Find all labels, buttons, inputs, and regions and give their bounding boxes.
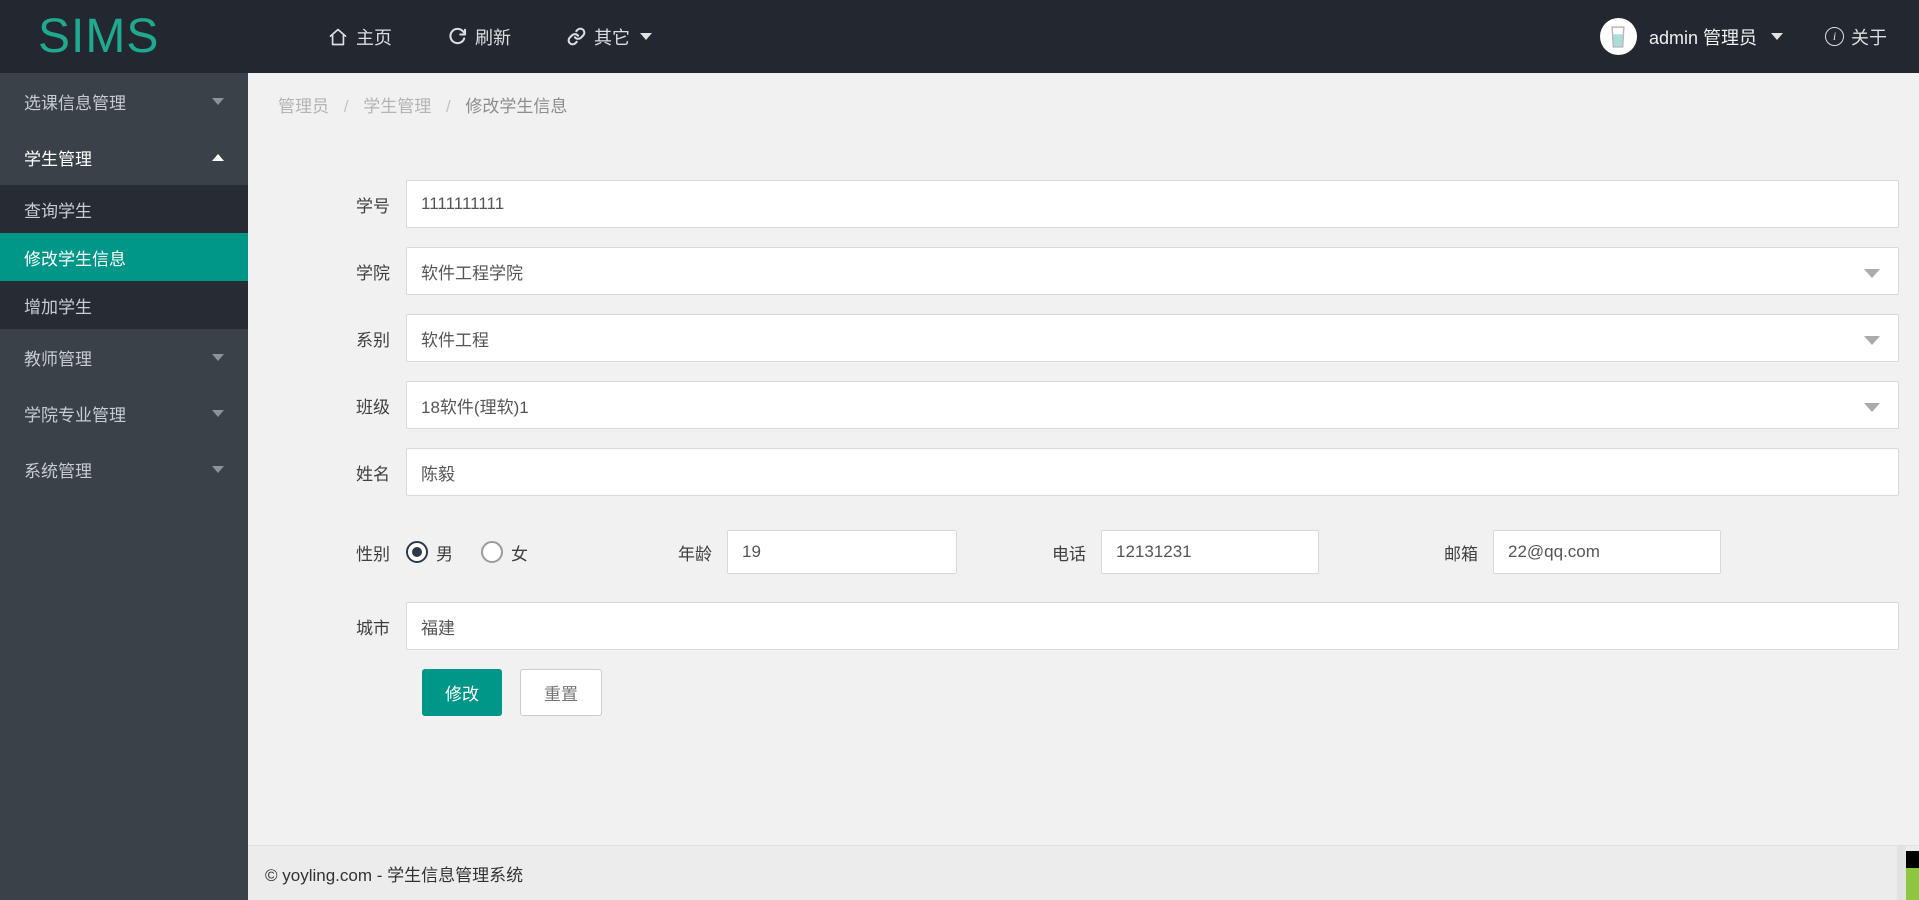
phone-label: 电话 [1052,544,1086,564]
user-menu[interactable]: admin 管理员 [1599,18,1783,55]
sidebar-item-edit-student[interactable]: 修改学生信息 [0,233,248,281]
scrollbar-artifact-green [1906,868,1919,900]
nav-other-label: 其它 [594,27,630,48]
sidebar-item-add-student[interactable]: 增加学生 [0,281,248,329]
nav-other[interactable]: 其它 [567,24,652,50]
city-input[interactable] [406,602,1899,650]
scrollbar-artifact-black [1906,851,1919,868]
chevron-up-icon [212,153,224,161]
top-navbar: SIMS 主页 刷新 其它 admin 管理员 i 关于 [0,0,1919,73]
nav-about-label: 关于 [1851,27,1887,48]
email-input[interactable] [1493,530,1721,574]
form-row-college: 学院 软件工程学院 [248,247,1919,295]
chevron-down-icon [640,33,652,40]
form-row-department: 系别 软件工程 [248,314,1919,362]
age-label: 年龄 [678,544,712,564]
chevron-down-icon [1864,403,1880,412]
chevron-down-icon [212,353,224,361]
sidebar-item-teacher-management[interactable]: 教师管理 [0,329,248,385]
sidebar-item-student-management[interactable]: 学生管理 [0,129,248,185]
class-select-value: 18软件(理软)1 [421,397,529,417]
link-icon [567,27,586,46]
user-name: admin 管理员 [1648,27,1757,48]
sidebar-item-label: 教师管理 [24,349,92,369]
sidebar-item-query-student[interactable]: 查询学生 [0,185,248,233]
chevron-down-icon [212,465,224,473]
class-select[interactable]: 18软件(理软)1 [406,381,1899,429]
class-label: 班级 [356,397,390,417]
age-input[interactable] [727,530,957,574]
sidebar-item-label: 选课信息管理 [24,93,126,113]
sidebar-item-label: 修改学生信息 [24,249,126,269]
gender-label: 性别 [356,544,390,564]
breadcrumb: 管理员 / 学生管理 / 修改学生信息 [248,73,1919,119]
breadcrumb-admin[interactable]: 管理员 [278,97,329,116]
breadcrumb-separator: / [445,97,451,116]
breadcrumb-student-management[interactable]: 学生管理 [363,97,431,116]
reset-button[interactable]: 重置 [520,669,602,716]
nav-refresh-label: 刷新 [475,27,511,48]
nav-about[interactable]: i 关于 [1825,24,1887,50]
nav-refresh[interactable]: 刷新 [448,24,511,50]
department-select[interactable]: 软件工程 [406,314,1899,362]
brand-logo[interactable]: SIMS [0,0,248,73]
sidebar-item-label: 系统管理 [24,461,92,481]
gender-radio-female[interactable] [481,541,503,563]
gender-male-label: 男 [436,544,453,564]
sidebar-item-label: 学生管理 [24,149,92,169]
home-icon [328,27,348,47]
sidebar-item-course-selection[interactable]: 选课信息管理 [0,73,248,129]
chevron-down-icon [212,409,224,417]
chevron-down-icon [1864,336,1880,345]
student-id-label: 学号 [356,196,390,216]
form-row-student-id: 学号 [248,180,1919,228]
form-row-inline: 性别 男 女 年龄 电话 邮箱 [248,530,1919,574]
navbar-right: admin 管理员 i 关于 [1599,18,1919,55]
form-row-name: 姓名 [248,448,1919,496]
main-content: 管理员 / 学生管理 / 修改学生信息 学号 学院 软件工程学院 系别 软件工 [248,73,1919,900]
sidebar-item-college-major-management[interactable]: 学院专业管理 [0,385,248,441]
name-label: 姓名 [356,464,390,484]
avatar [1599,18,1637,55]
navbar-menu: 主页 刷新 其它 [328,24,652,50]
college-select-value: 软件工程学院 [421,263,523,283]
nav-home[interactable]: 主页 [328,24,392,50]
student-id-input[interactable] [406,180,1899,228]
footer-copyright: © yoyling.com - 学生信息管理系统 [265,865,524,885]
edit-student-form: 学号 学院 软件工程学院 系别 软件工程 班级 18软件 [248,180,1919,716]
sidebar-item-label: 增加学生 [24,297,92,317]
sidebar-item-label: 查询学生 [24,201,92,221]
sidebar: 选课信息管理 学生管理 查询学生 修改学生信息 增加学生 教师管理 学院专业管理 [0,73,248,900]
refresh-icon [448,27,467,46]
chevron-down-icon [1864,269,1880,278]
breadcrumb-current: 修改学生信息 [465,97,568,116]
nav-home-label: 主页 [356,27,392,48]
scrollbar-track [1897,846,1906,900]
footer: © yoyling.com - 学生信息管理系统 [248,845,1919,900]
chevron-down-icon [1771,33,1783,40]
sidebar-submenu-student: 查询学生 修改学生信息 增加学生 [0,185,248,329]
college-select[interactable]: 软件工程学院 [406,247,1899,295]
form-row-city: 城市 [248,602,1919,650]
info-icon: i [1825,27,1844,46]
name-input[interactable] [406,448,1899,496]
radio-dot [412,547,422,557]
gender-radio-male[interactable] [406,541,428,563]
submit-button[interactable]: 修改 [422,669,502,716]
email-label: 邮箱 [1444,544,1478,564]
form-row-class: 班级 18软件(理软)1 [248,381,1919,429]
department-label: 系别 [356,330,390,350]
breadcrumb-separator: / [343,97,349,116]
gender-female-label: 女 [511,544,528,564]
phone-input[interactable] [1101,530,1319,574]
form-buttons: 修改 重置 [248,669,1919,716]
city-label: 城市 [356,618,390,638]
college-label: 学院 [356,263,390,283]
sidebar-item-system-management[interactable]: 系统管理 [0,441,248,497]
sidebar-item-label: 学院专业管理 [24,405,126,425]
chevron-down-icon [212,97,224,105]
department-select-value: 软件工程 [421,330,489,350]
